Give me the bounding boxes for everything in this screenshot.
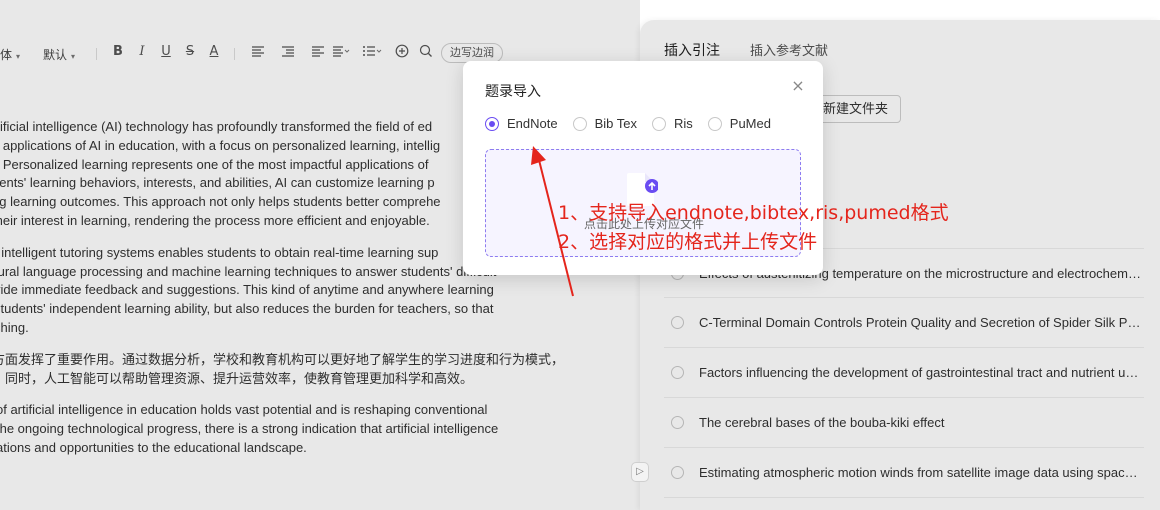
radio-icon[interactable] xyxy=(652,116,666,131)
format-option-endnote[interactable]: EndNote xyxy=(485,116,558,131)
annotation-text: 1、支持导入endnote,bibtex,ris,pumed格式 xyxy=(558,202,949,224)
radio-icon[interactable] xyxy=(707,116,722,131)
format-radio-group: EndNote Bib Tex Ris PuMed xyxy=(485,116,786,131)
format-label: EndNote xyxy=(507,116,558,131)
radio-icon[interactable] xyxy=(572,116,587,131)
format-option-pumed[interactable]: PuMed xyxy=(707,116,771,131)
radio-checked-icon[interactable] xyxy=(485,116,499,131)
annotation-text: 2、选择对应的格式并上传文件 xyxy=(558,231,818,253)
format-option-bibtex[interactable]: Bib Tex xyxy=(572,116,637,131)
format-label: PuMed xyxy=(729,116,771,131)
dialog-title: 题录导入 xyxy=(485,83,541,99)
format-option-ris[interactable]: Ris xyxy=(652,116,693,131)
format-label: Bib Tex xyxy=(594,116,637,131)
collapse-panel-icon[interactable]: ▷ xyxy=(631,462,649,482)
close-icon[interactable]: × xyxy=(789,77,807,95)
format-label: Ris xyxy=(674,116,693,131)
